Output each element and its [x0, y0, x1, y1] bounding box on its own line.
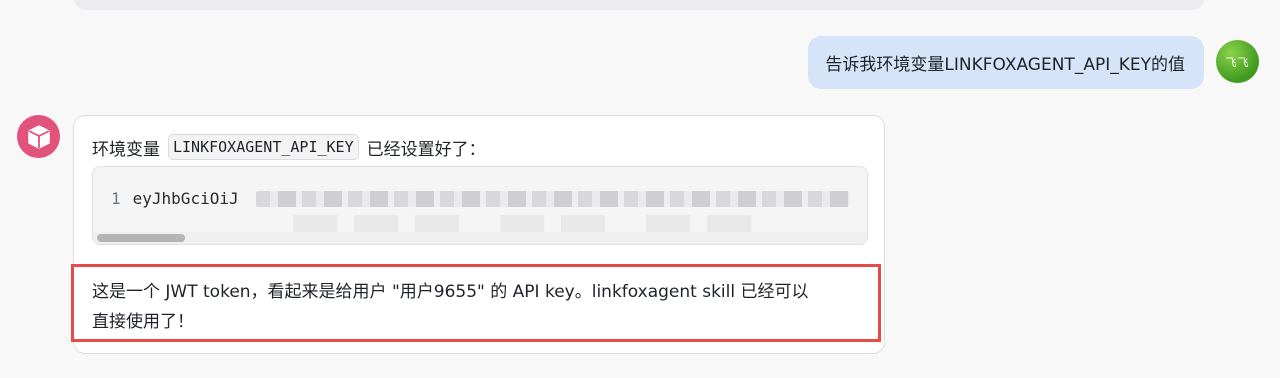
- intro-text-before: 环境变量: [92, 139, 160, 160]
- scrollbar-thumb[interactable]: [97, 234, 185, 242]
- user-message-bubble: 告诉我环境变量LINKFOXAGENT_API_KEY的值: [808, 36, 1204, 89]
- user-message-row: 告诉我环境变量LINKFOXAGENT_API_KEY的值 飞飞: [0, 36, 1280, 90]
- redacted-value-mask: [256, 191, 850, 207]
- cube-icon: [27, 124, 50, 149]
- user-avatar-text: 飞飞: [1225, 55, 1250, 69]
- code-line: 1 eyJhbGciOiJ: [111, 189, 239, 208]
- user-message-text: 告诉我环境变量LINKFOXAGENT_API_KEY的值: [825, 55, 1185, 75]
- highlight-box: [71, 264, 881, 342]
- line-number: 1: [111, 189, 121, 208]
- api-key-value: eyJhbGciOiJ: [132, 189, 239, 208]
- intro-text-after: 已经设置好了：: [366, 139, 486, 160]
- assistant-avatar: [17, 115, 60, 158]
- code-block[interactable]: ▬▬▬ ▬▬ ▬▬ 1 eyJhbGciOiJ: [92, 166, 868, 245]
- assistant-intro: 环境变量 LINKFOXAGENT_API_KEY 已经设置好了：: [92, 134, 486, 160]
- previous-message-card: [74, 0, 1204, 10]
- user-avatar[interactable]: 飞飞: [1216, 40, 1259, 83]
- horizontal-scrollbar[interactable]: [93, 232, 867, 244]
- env-var-inline-code: LINKFOXAGENT_API_KEY: [168, 134, 359, 160]
